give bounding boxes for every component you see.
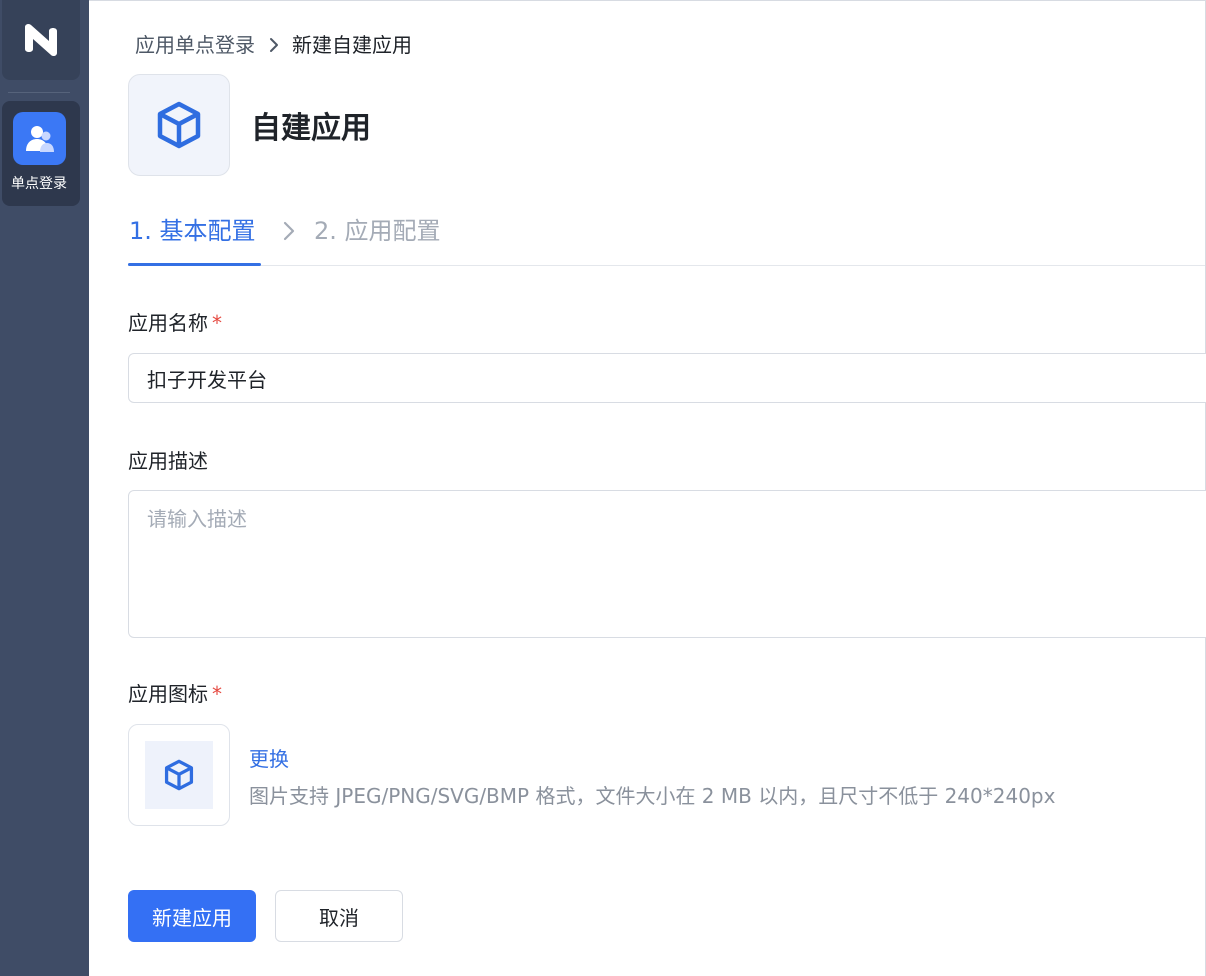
tab-app-config[interactable]: 2. 应用配置 <box>314 214 441 248</box>
cancel-button[interactable]: 取消 <box>275 890 403 942</box>
app-icon-preview-inner <box>145 741 213 809</box>
users-icon <box>13 112 66 165</box>
sidebar: 单点登录 <box>0 0 89 976</box>
app-icon-label: 应用图标 * <box>128 680 222 708</box>
app-icon-preview[interactable] <box>128 724 230 826</box>
app-description-textarea[interactable]: 请输入描述 <box>128 490 1206 638</box>
chevron-right-icon <box>283 221 295 245</box>
create-app-button[interactable]: 新建应用 <box>128 890 256 942</box>
app-icon <box>128 74 230 176</box>
app-icon-label-text: 应用图标 <box>128 682 208 706</box>
change-icon-link[interactable]: 更换 <box>249 743 289 772</box>
logo[interactable] <box>2 0 80 80</box>
active-tab-indicator <box>128 263 261 266</box>
steps-tabs: 1. 基本配置 2. 应用配置 <box>128 206 1205 266</box>
cube-icon <box>164 759 194 791</box>
app-name-value: 扣子开发平台 <box>147 367 267 392</box>
logo-icon <box>25 23 57 57</box>
icon-upload-hint: 图片支持 JPEG/PNG/SVG/BMP 格式，文件大小在 2 MB 以内，且… <box>249 784 1056 808</box>
tab-basic-config[interactable]: 1. 基本配置 <box>129 214 256 248</box>
chevron-right-icon <box>269 37 279 53</box>
app-name-input[interactable]: 扣子开发平台 <box>128 353 1206 403</box>
app-name-label: 应用名称 * <box>128 309 222 337</box>
app-name-label-text: 应用名称 <box>128 311 208 335</box>
app-header: 自建应用 <box>128 74 371 176</box>
required-mark: * <box>212 311 222 335</box>
main-content: 应用单点登录 新建自建应用 自建应用 1. 基本配置 2. 应用配置 应用名称 *… <box>89 0 1206 976</box>
breadcrumb-current: 新建自建应用 <box>292 33 412 57</box>
sidebar-divider <box>8 92 70 93</box>
app-description-placeholder: 请输入描述 <box>147 507 247 531</box>
cube-icon <box>157 101 201 149</box>
page-title: 自建应用 <box>251 111 371 146</box>
app-description-label: 应用描述 <box>128 449 208 473</box>
breadcrumb: 应用单点登录 新建自建应用 <box>135 31 412 59</box>
breadcrumb-parent-link[interactable]: 应用单点登录 <box>135 31 255 59</box>
required-mark: * <box>212 682 222 706</box>
sidebar-item-label: 单点登录 <box>11 176 67 192</box>
